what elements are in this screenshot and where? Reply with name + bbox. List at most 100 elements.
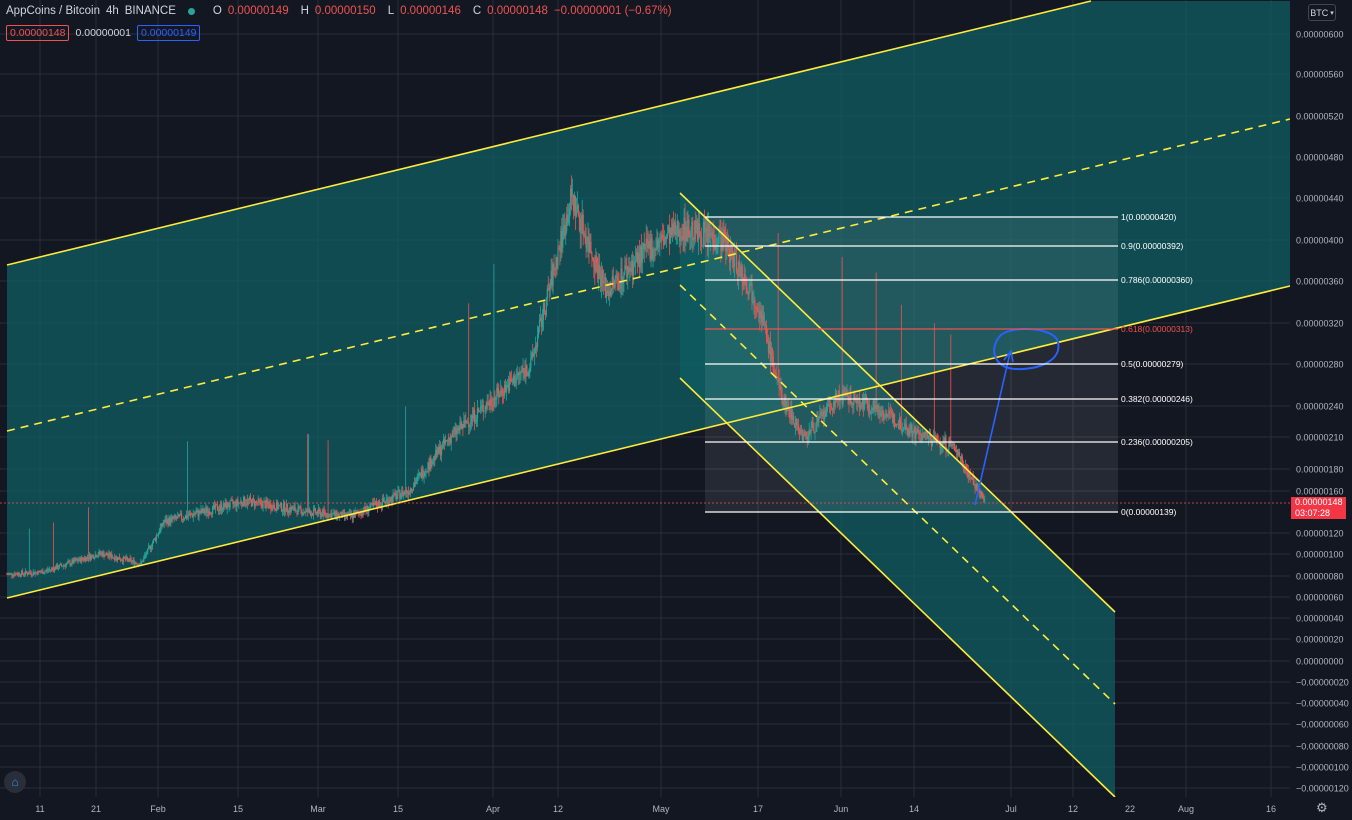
candle-body bbox=[882, 411, 884, 417]
candle-body bbox=[877, 405, 879, 412]
candle-body bbox=[473, 409, 476, 423]
time-axis[interactable]: 11 21 Feb 15 Mar 15 Apr 12 May 17 Jun 14 Jul 12 Aug 16 2… bbox=[0, 797, 1290, 820]
settings-gear-icon[interactable]: ⚙ bbox=[1316, 800, 1328, 816]
candle-body bbox=[748, 290, 750, 295]
candle-body bbox=[177, 516, 179, 519]
tradingview-logo-icon[interactable]: ⌂ bbox=[4, 771, 26, 793]
candle-body bbox=[828, 403, 831, 407]
candle-body bbox=[619, 288, 621, 289]
candle-body bbox=[397, 490, 399, 496]
candle-body bbox=[662, 234, 664, 239]
interval-label[interactable]: 4h bbox=[106, 5, 119, 17]
price-tick-label: 0.00000180 bbox=[1296, 465, 1344, 475]
candle-body bbox=[730, 244, 732, 263]
candle-body bbox=[593, 259, 595, 268]
candle-body bbox=[871, 407, 873, 412]
candle-body bbox=[478, 410, 480, 412]
candle-body bbox=[475, 419, 478, 422]
candle-body bbox=[718, 231, 720, 244]
candle-body bbox=[754, 300, 756, 307]
candle-body bbox=[23, 574, 26, 576]
time-tick-label: Jul bbox=[1005, 804, 1017, 814]
candle-body bbox=[252, 498, 254, 500]
exchange-label: BINANCE bbox=[124, 5, 176, 17]
candle-body bbox=[106, 553, 108, 556]
candle-body bbox=[70, 563, 72, 566]
candle-body bbox=[569, 208, 571, 218]
candle-body bbox=[86, 556, 89, 558]
candle-body bbox=[534, 348, 536, 355]
candle-body bbox=[392, 494, 394, 502]
candle-body bbox=[891, 412, 893, 414]
candle-body bbox=[131, 561, 133, 563]
candle-body bbox=[463, 420, 465, 428]
candle-body bbox=[163, 521, 165, 525]
candle-body bbox=[765, 325, 768, 339]
price-tick-label: −0.00000040 bbox=[1296, 699, 1349, 709]
candle-body bbox=[258, 498, 260, 501]
candle-body bbox=[591, 253, 593, 258]
candle-body bbox=[577, 205, 579, 216]
candle-body bbox=[870, 411, 872, 413]
price-tick-label: 0.00000480 bbox=[1296, 153, 1344, 163]
candle-body bbox=[699, 236, 702, 238]
candle-body bbox=[724, 229, 726, 235]
candle-body bbox=[602, 280, 605, 284]
candle-body bbox=[260, 500, 262, 505]
candle-body bbox=[309, 509, 311, 513]
candle-body bbox=[267, 503, 269, 505]
candle-body bbox=[456, 429, 458, 435]
candle-body bbox=[562, 228, 564, 248]
candle-body bbox=[746, 287, 748, 293]
candle-body bbox=[756, 307, 758, 309]
candle-body bbox=[212, 505, 214, 514]
candle-body bbox=[60, 563, 62, 566]
time-tick-label: 12 bbox=[1068, 804, 1078, 814]
candle-body bbox=[700, 237, 703, 246]
price-axis[interactable]: 0.00000600 0.00000560 0.00000520 0.00000480… bbox=[1290, 0, 1352, 820]
price-tick-label: 0.00000560 bbox=[1296, 70, 1344, 80]
bid-price[interactable]: 0.00000148 bbox=[6, 25, 70, 41]
currency-selector-button[interactable]: BTC ▾ bbox=[1308, 4, 1336, 21]
candle-body bbox=[480, 406, 482, 408]
candle-body bbox=[810, 427, 812, 433]
price-chart[interactable]: 1(0.00000420) 0.9(0.00000392) 0.786(0.0000… bbox=[0, 0, 1352, 820]
ask-price[interactable]: 0.00000149 bbox=[136, 25, 201, 41]
candle-body bbox=[899, 418, 901, 430]
candle-body bbox=[318, 508, 320, 511]
candle-body bbox=[440, 449, 443, 456]
candle-body bbox=[22, 573, 25, 575]
candle-body bbox=[66, 562, 68, 565]
candle-body bbox=[749, 284, 751, 291]
candle-body bbox=[744, 273, 746, 282]
candle-body bbox=[902, 429, 904, 431]
time-tick-label: 15 bbox=[233, 804, 243, 814]
candle-body bbox=[814, 432, 816, 433]
candle-body bbox=[123, 556, 125, 559]
candle-body bbox=[218, 508, 221, 511]
candle-body bbox=[918, 431, 920, 433]
candle-body bbox=[262, 501, 264, 508]
price-tick-label: −0.00000080 bbox=[1296, 742, 1349, 752]
candle-body bbox=[549, 284, 551, 291]
market-status-icon bbox=[187, 7, 195, 15]
candle-body bbox=[190, 513, 192, 515]
candle-body bbox=[614, 278, 616, 288]
candle-body bbox=[543, 302, 545, 313]
candle-body bbox=[523, 368, 525, 370]
candle-body bbox=[536, 334, 539, 347]
candle-body bbox=[284, 511, 286, 513]
candle-body bbox=[65, 564, 67, 567]
fib-level-label: 0.618(0.00000313) bbox=[1121, 324, 1193, 334]
candle-body bbox=[641, 246, 643, 263]
candle-body bbox=[889, 410, 891, 412]
symbol-name[interactable]: AppCoins / Bitcoin bbox=[6, 5, 100, 17]
candle-body bbox=[666, 236, 668, 240]
candle-body bbox=[152, 539, 155, 544]
candle-body bbox=[903, 427, 905, 430]
candle-body bbox=[610, 288, 612, 296]
candle-body bbox=[216, 505, 219, 511]
candle-body bbox=[300, 506, 302, 510]
candle-body bbox=[774, 371, 776, 374]
candle-body bbox=[905, 423, 907, 430]
